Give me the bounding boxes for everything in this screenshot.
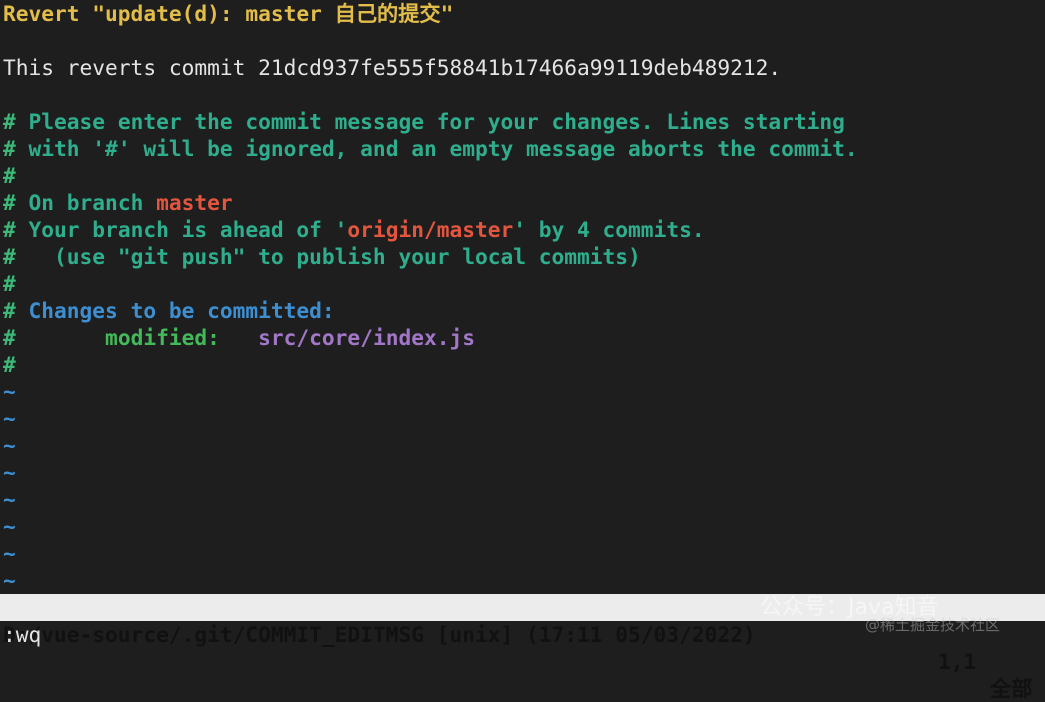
text-segment: with '#' will be ignored, and an empty m…	[15, 136, 858, 161]
text-segment: Revert "update(d): master 自己的提交"	[3, 1, 454, 26]
text-segment: #	[3, 109, 16, 134]
buffer-line	[3, 81, 1045, 108]
cursor-position: 1,1	[938, 649, 977, 674]
buffer-line: #	[3, 351, 1045, 378]
buffer-line: # Changes to be committed:	[3, 297, 1045, 324]
text-segment: This reverts commit 21dcd937fe555f58841b…	[3, 55, 782, 80]
text-segment: ~	[3, 514, 16, 539]
buffer-line: Revert "update(d): master 自己的提交"	[3, 0, 1045, 27]
text-segment: #	[3, 163, 16, 188]
text-segment: On branch	[15, 190, 157, 215]
buffer-line: # On branch master	[3, 189, 1045, 216]
empty-line-marker: ~	[3, 486, 1045, 513]
text-segment: #	[3, 325, 16, 350]
text-segment: master	[156, 190, 233, 215]
scroll-position: 全部	[990, 676, 1033, 701]
text-segment: #	[3, 217, 16, 242]
buffer-line	[3, 27, 1045, 54]
text-segment: Please enter the commit message for your…	[15, 109, 845, 134]
text-segment: ~	[3, 406, 16, 431]
text-segment: #	[3, 190, 16, 215]
text-segment: #	[3, 352, 16, 377]
buffer-line: # modified: src/core/index.js	[3, 324, 1045, 351]
buffer-line: # Please enter the commit message for yo…	[3, 108, 1045, 135]
buffer-line: #	[3, 162, 1045, 189]
text-segment: ~	[3, 568, 16, 593]
text-segment: ' by 4 commits.	[513, 217, 705, 242]
buffer-line: # (use "git push" to publish your local …	[3, 243, 1045, 270]
buffer-line: #	[3, 270, 1045, 297]
empty-line-marker: ~	[3, 378, 1045, 405]
buffer-line: This reverts commit 21dcd937fe555f58841b…	[3, 54, 1045, 81]
text-segment: ~	[3, 379, 16, 404]
empty-line-marker: ~	[3, 432, 1045, 459]
text-segment: origin/master	[347, 217, 514, 242]
text-segment: #	[3, 298, 16, 323]
empty-line-marker: ~	[3, 540, 1045, 567]
text-segment: Your branch is ahead of '	[15, 217, 348, 242]
buffer-line: # with '#' will be ignored, and an empty…	[3, 135, 1045, 162]
empty-line-marker: ~	[3, 459, 1045, 486]
empty-line-marker: ~	[3, 567, 1045, 594]
text-segment: Changes to be committed:	[15, 298, 335, 323]
empty-line-marker: ~	[3, 513, 1045, 540]
text-segment: src/core/index.js	[258, 325, 475, 350]
text-segment: #	[3, 136, 16, 161]
text-segment: ~	[3, 433, 16, 458]
text-segment: ~	[3, 487, 16, 512]
text-segment: #	[3, 271, 16, 296]
status-file: D:/vue-source/.git/COMMIT_EDITMSG [unix]…	[3, 622, 756, 647]
text-segment: ~	[3, 541, 16, 566]
text-segment: ~	[3, 460, 16, 485]
editor-buffer[interactable]: Revert "update(d): master 自己的提交" This rev…	[3, 0, 1045, 594]
buffer-line: # Your branch is ahead of 'origin/master…	[3, 216, 1045, 243]
text-segment: (use "git push" to publish your local co…	[15, 244, 641, 269]
empty-line-marker: ~	[3, 405, 1045, 432]
command-line[interactable]: :wq	[3, 621, 41, 648]
watermark-sub: @稀土掘金技术社区	[865, 616, 1001, 634]
text-segment: #	[3, 244, 16, 269]
text-segment: modified:	[15, 325, 259, 350]
